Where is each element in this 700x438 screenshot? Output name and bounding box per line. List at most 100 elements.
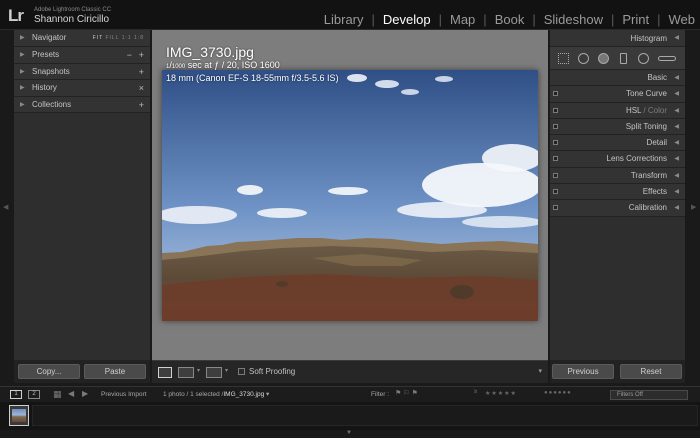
star-rating-filter-icon[interactable]: ★★★★★: [485, 390, 517, 397]
previous-button[interactable]: Previous: [552, 364, 614, 379]
split-toning-section[interactable]: Split Toning ◀: [550, 118, 685, 136]
left-panel-footer: Copy... Paste: [14, 360, 150, 383]
collapse-triangle-icon: ◀: [674, 172, 679, 179]
basic-section[interactable]: Basic ◀: [550, 70, 685, 87]
section-toggle-switch[interactable]: [553, 107, 558, 113]
navigator-header[interactable]: ▶ Navigator FIT FILL 1:1 1:8: [14, 30, 150, 47]
grid-icon[interactable]: ▦: [53, 389, 62, 400]
add-snapshot-icon[interactable]: +: [139, 64, 144, 80]
zoom-1-1[interactable]: 1:1: [122, 35, 132, 41]
module-separator: |: [657, 12, 661, 27]
before-after-yy-icon[interactable]: [206, 367, 222, 378]
collapse-triangle-icon: ◀: [674, 205, 679, 212]
zoom-fill[interactable]: FILL: [105, 35, 119, 41]
reset-button[interactable]: Reset: [620, 364, 682, 379]
right-panel-toggle-icon[interactable]: ▶: [691, 203, 696, 211]
detail-section[interactable]: Detail ◀: [550, 135, 685, 152]
collapse-triangle-icon: ◀: [674, 75, 679, 81]
section-toggle-switch[interactable]: [553, 140, 558, 146]
history-header[interactable]: ▶ History ×: [14, 80, 150, 97]
tone-curve-section[interactable]: Tone Curve ◀: [550, 86, 685, 103]
section-toggle-switch[interactable]: [553, 172, 558, 178]
loupe-view-icon[interactable]: [158, 367, 172, 378]
module-separator: |: [610, 12, 615, 27]
module-slideshow[interactable]: Slideshow: [543, 12, 604, 27]
filmstrip-toggle-icon[interactable]: ▼: [346, 430, 352, 436]
radial-filter-icon[interactable]: [638, 53, 649, 64]
module-book[interactable]: Book: [494, 12, 526, 27]
module-web[interactable]: Web: [668, 12, 697, 27]
chevron-down-icon[interactable]: ▾: [197, 367, 200, 374]
collapse-triangle-icon: ◀: [674, 91, 679, 98]
left-panel-toggle-icon[interactable]: ◀: [3, 203, 8, 211]
photo-preview[interactable]: [162, 70, 538, 321]
identity-plate[interactable]: Adobe Lightroom Classic CC Shannon Ciric…: [34, 7, 111, 25]
filmstrip-thumbnail[interactable]: [9, 405, 29, 426]
transform-section[interactable]: Transform ◀: [550, 167, 685, 185]
graduated-filter-icon[interactable]: [620, 53, 627, 64]
exposure-details: sec at ƒ / 20, ISO 1600: [185, 60, 280, 70]
collapse-triangle-icon: ◀: [674, 189, 679, 196]
chevron-down-icon[interactable]: ▾: [225, 367, 228, 374]
primary-display-button[interactable]: 1: [10, 390, 22, 399]
zoom-1-8[interactable]: 1:8: [134, 35, 144, 41]
soft-proofing-toggle[interactable]: Soft Proofing: [238, 367, 295, 376]
section-toggle-switch[interactable]: [553, 205, 558, 211]
module-separator: |: [532, 12, 536, 27]
exposure-info: 1/1000 sec at ƒ / 20, ISO 1600: [166, 60, 280, 70]
soft-proofing-label: Soft Proofing: [249, 367, 296, 376]
selection-info[interactable]: 1 photo / 1 selected /IMG_3730.jpg ▾: [163, 390, 269, 399]
section-label: Detail: [646, 138, 667, 148]
clear-history-icon[interactable]: ×: [139, 80, 144, 96]
collapse-triangle-icon: ◀: [674, 107, 679, 114]
crop-overlay-icon[interactable]: [558, 53, 569, 64]
presets-header[interactable]: ▶ Presets − +: [14, 47, 150, 64]
module-map[interactable]: Map: [449, 12, 476, 27]
add-collection-icon[interactable]: +: [139, 97, 144, 113]
module-library[interactable]: Library: [323, 12, 365, 27]
module-develop[interactable]: Develop: [382, 12, 432, 27]
forward-arrow-icon[interactable]: ▶: [82, 389, 88, 398]
histogram-label: Histogram: [630, 34, 667, 43]
section-toggle-switch[interactable]: [553, 156, 558, 162]
filter-presets-select[interactable]: Filters Off: [610, 390, 688, 400]
remove-preset-icon[interactable]: −: [127, 47, 132, 63]
section-toggle-switch[interactable]: [553, 91, 558, 97]
section-label: Basic: [647, 73, 667, 82]
copy-button[interactable]: Copy...: [18, 364, 80, 379]
collapse-triangle-icon: ◀: [674, 35, 679, 41]
source-label[interactable]: Previous Import: [101, 390, 147, 399]
module-print[interactable]: Print: [621, 12, 650, 27]
thumbnail-image: [12, 409, 26, 422]
section-toggle-switch[interactable]: [553, 189, 558, 195]
zoom-fit[interactable]: FIT: [93, 35, 103, 41]
develop-toolbar: ▾ ▾ Soft Proofing ▾: [152, 360, 548, 383]
add-preset-icon[interactable]: +: [139, 47, 144, 63]
filmstrip-scroll-area[interactable]: [32, 405, 698, 426]
snapshots-header[interactable]: ▶ Snapshots +: [14, 63, 150, 80]
adjustment-brush-icon[interactable]: [658, 56, 676, 61]
module-separator: |: [483, 12, 487, 27]
before-after-lr-icon[interactable]: [178, 367, 194, 378]
toolbar-menu-icon[interactable]: ▾: [538, 367, 542, 375]
lens-corrections-section[interactable]: Lens Corrections ◀: [550, 151, 685, 168]
back-arrow-icon[interactable]: ◀: [68, 389, 74, 398]
paste-button[interactable]: Paste: [84, 364, 146, 379]
image-canvas[interactable]: IMG_3730.jpg 1/1000 sec at ƒ / 20, ISO 1…: [152, 30, 548, 360]
calibration-section[interactable]: Calibration ◀: [550, 200, 685, 217]
soft-proofing-checkbox[interactable]: [238, 368, 245, 375]
rating-operator-icon[interactable]: ≥: [474, 389, 477, 395]
user-name: Shannon Ciricillo: [34, 14, 110, 25]
effects-section[interactable]: Effects ◀: [550, 184, 685, 201]
collections-header[interactable]: ▶ Collections +: [14, 96, 150, 113]
histogram-header[interactable]: Histogram ◀: [550, 30, 685, 47]
section-label-suffix[interactable]: / Color: [641, 106, 667, 115]
flag-filter-icon[interactable]: ⚑ ⚐ ⚑: [395, 389, 418, 397]
section-toggle-switch[interactable]: [553, 123, 558, 129]
secondary-display-button[interactable]: 2: [28, 390, 40, 399]
chevron-down-icon: ▾: [266, 391, 270, 398]
spot-removal-icon[interactable]: [578, 53, 589, 64]
hsl-color-section[interactable]: HSL / Color ◀: [550, 102, 685, 119]
red-eye-icon[interactable]: [598, 53, 609, 64]
color-label-filter-icon[interactable]: ●●●●●●: [544, 390, 572, 396]
